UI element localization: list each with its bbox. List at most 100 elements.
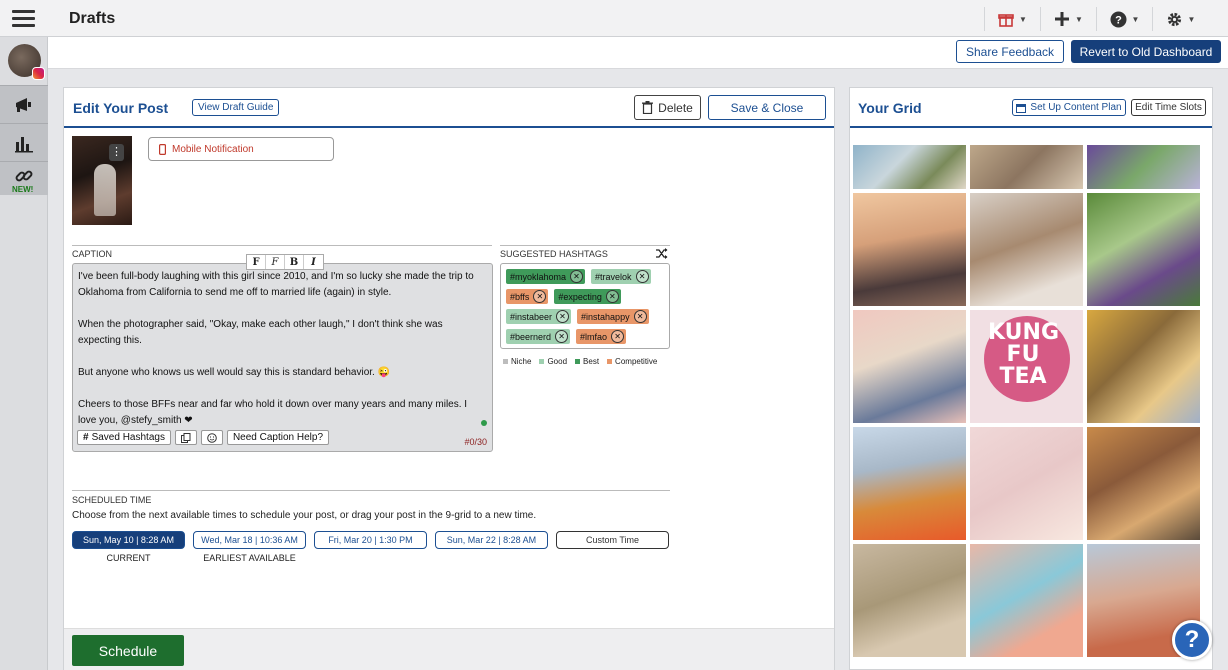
help-chat-button[interactable]: ? bbox=[1172, 620, 1212, 660]
script-font-button[interactable]: F bbox=[266, 255, 285, 269]
remove-icon[interactable]: ✕ bbox=[611, 330, 625, 343]
legend-item: Best bbox=[575, 357, 599, 366]
grid-tile[interactable] bbox=[970, 193, 1083, 306]
save-close-button[interactable]: Save & Close bbox=[708, 95, 826, 120]
grid-tile[interactable] bbox=[853, 427, 966, 540]
grid-tile[interactable] bbox=[1087, 427, 1200, 540]
avatar[interactable] bbox=[8, 44, 45, 80]
grid-tile[interactable] bbox=[970, 145, 1083, 189]
caption-divider bbox=[72, 245, 492, 246]
mobile-notification-label: Mobile Notification bbox=[172, 143, 254, 155]
saved-hashtags-label: Saved Hashtags bbox=[91, 431, 165, 443]
time-slot[interactable]: Fri, Mar 20 | 1:30 PM bbox=[314, 531, 427, 549]
hamburger-icon[interactable] bbox=[12, 10, 35, 28]
remove-icon[interactable]: ✕ bbox=[570, 270, 584, 283]
grid-tile[interactable] bbox=[1087, 193, 1200, 306]
emoji-button[interactable] bbox=[200, 430, 223, 445]
grid-tile[interactable] bbox=[1087, 310, 1200, 423]
time-slot[interactable]: Sun, Mar 22 | 8:28 AM bbox=[435, 531, 548, 549]
hashtag-legend: Niche Good Best Competitive bbox=[503, 357, 657, 366]
schedule-button[interactable]: Schedule bbox=[72, 635, 184, 666]
grid-tile[interactable] bbox=[853, 310, 966, 423]
grid-panel: Your Grid Set Up Content Plan Edit Time … bbox=[849, 87, 1213, 670]
megaphone-icon bbox=[16, 97, 31, 112]
caption-textarea[interactable]: I've been full-body laughing with this g… bbox=[72, 263, 493, 452]
italic-button[interactable]: I bbox=[304, 255, 323, 269]
hashtag-chip[interactable]: #myoklahoma ✕ bbox=[506, 269, 586, 284]
gift-menu[interactable]: ▼ bbox=[984, 7, 1040, 31]
hashtag-chip[interactable]: #bffs ✕ bbox=[506, 289, 549, 304]
hashtag-chip[interactable]: #instahappy ✕ bbox=[577, 309, 649, 324]
hashtag-chip[interactable]: #beernerd ✕ bbox=[506, 329, 571, 344]
hashtag-text: #beernerd bbox=[510, 331, 552, 342]
schedule-divider bbox=[72, 490, 670, 491]
post-thumbnail[interactable]: ⋮ bbox=[72, 136, 132, 225]
caption-paragraph: I've been full-body laughing with this g… bbox=[78, 271, 474, 298]
view-draft-guide-button[interactable]: View Draft Guide bbox=[192, 99, 280, 116]
hashtag-row: #myoklahoma ✕ #travelok ✕ bbox=[506, 269, 669, 284]
remove-icon[interactable]: ✕ bbox=[633, 310, 647, 323]
bold-button[interactable]: B bbox=[285, 255, 304, 269]
saved-hashtags-button[interactable]: # Saved Hashtags bbox=[77, 430, 171, 445]
hashtag-text: #travelok bbox=[595, 271, 632, 282]
grid-tile[interactable] bbox=[853, 145, 966, 189]
grid-tile[interactable] bbox=[970, 544, 1083, 657]
hashtag-count: #0/30 bbox=[464, 437, 487, 447]
scheduled-time-heading: SCHEDULED TIME bbox=[72, 495, 152, 505]
custom-time-button[interactable]: Custom Time bbox=[556, 531, 669, 549]
top-icons: ▼ ▼ ? ▼ ▼ bbox=[984, 7, 1208, 31]
hashtag-chip[interactable]: #instabeer ✕ bbox=[506, 309, 572, 324]
hashtags-heading: SUGGESTED HASHTAGS bbox=[500, 249, 608, 259]
remove-icon[interactable]: ✕ bbox=[556, 310, 570, 323]
remove-icon[interactable]: ✕ bbox=[555, 330, 569, 343]
copy-button[interactable] bbox=[174, 430, 197, 445]
gift-icon bbox=[998, 14, 1014, 27]
legend-label: Good bbox=[547, 357, 568, 366]
hashtag-text: #expecting bbox=[558, 291, 602, 302]
mobile-notification-button[interactable]: Mobile Notification bbox=[148, 137, 334, 161]
legend-item: Competitive bbox=[607, 357, 657, 366]
content-plan-button[interactable]: Set Up Content Plan bbox=[1012, 99, 1126, 116]
calendar-icon bbox=[1016, 103, 1027, 113]
hashtag-chip[interactable]: #lmfao ✕ bbox=[576, 329, 627, 344]
instagram-icon bbox=[32, 67, 45, 80]
chevron-down-icon: ▼ bbox=[1075, 14, 1083, 24]
edit-panel-header: Edit Your Post View Draft Guide Delete S… bbox=[64, 88, 834, 128]
hashtag-text: #bffs bbox=[510, 291, 530, 302]
time-slot[interactable]: Wed, Mar 18 | 10:36 AM bbox=[193, 531, 306, 549]
edit-time-slots-button[interactable]: Edit Time Slots bbox=[1131, 99, 1206, 116]
hashtag-row: #beernerd ✕ #lmfao ✕ bbox=[506, 329, 669, 344]
time-slot-sublabel: EARLIEST AVAILABLE bbox=[203, 553, 296, 563]
settings-menu[interactable]: ▼ bbox=[1152, 7, 1208, 31]
caption-heading: CAPTION bbox=[72, 249, 113, 259]
hashtag-chip[interactable]: #travelok ✕ bbox=[591, 269, 651, 284]
more-options-icon[interactable]: ⋮ bbox=[109, 144, 124, 161]
grid-tile[interactable] bbox=[853, 193, 966, 306]
sidebar-item-publish[interactable] bbox=[0, 85, 48, 123]
grid-tile[interactable]: KUNG FU TEA bbox=[970, 310, 1083, 423]
delete-button[interactable]: Delete bbox=[634, 95, 701, 120]
shuffle-icon[interactable] bbox=[656, 248, 668, 259]
remove-icon[interactable]: ✕ bbox=[533, 290, 547, 303]
sidebar-item-analytics[interactable] bbox=[0, 123, 48, 161]
share-feedback-button[interactable]: Share Feedback bbox=[956, 40, 1064, 63]
grid-tile[interactable] bbox=[970, 427, 1083, 540]
scheduled-time-description: Choose from the next available times to … bbox=[72, 510, 537, 521]
caption-help-button[interactable]: Need Caption Help? bbox=[226, 430, 330, 445]
hashtag-chip[interactable]: #expecting ✕ bbox=[554, 289, 621, 304]
add-menu[interactable]: ▼ bbox=[1040, 7, 1096, 31]
help-menu[interactable]: ? ▼ bbox=[1096, 7, 1152, 31]
revert-dashboard-button[interactable]: Revert to Old Dashboard bbox=[1071, 40, 1221, 63]
grid-tile[interactable] bbox=[1087, 145, 1200, 189]
edit-post-panel: Edit Your Post View Draft Guide Delete S… bbox=[63, 87, 835, 670]
time-slot-current[interactable]: Sun, May 10 | 8:28 AM bbox=[72, 531, 185, 549]
grid-tile[interactable] bbox=[853, 544, 966, 657]
hashtag-suggestions: #myoklahoma ✕ #travelok ✕ #bffs ✕ #expectin… bbox=[500, 263, 670, 349]
remove-icon[interactable]: ✕ bbox=[635, 270, 649, 283]
caption-tools: # Saved Hashtags Need Caption Help? bbox=[77, 430, 330, 445]
font-button[interactable]: F bbox=[247, 255, 266, 269]
question-icon: ? bbox=[1110, 11, 1127, 27]
remove-icon[interactable]: ✕ bbox=[605, 290, 619, 303]
grid-title: Your Grid bbox=[858, 100, 922, 116]
bottom-bar: Schedule bbox=[64, 628, 834, 670]
